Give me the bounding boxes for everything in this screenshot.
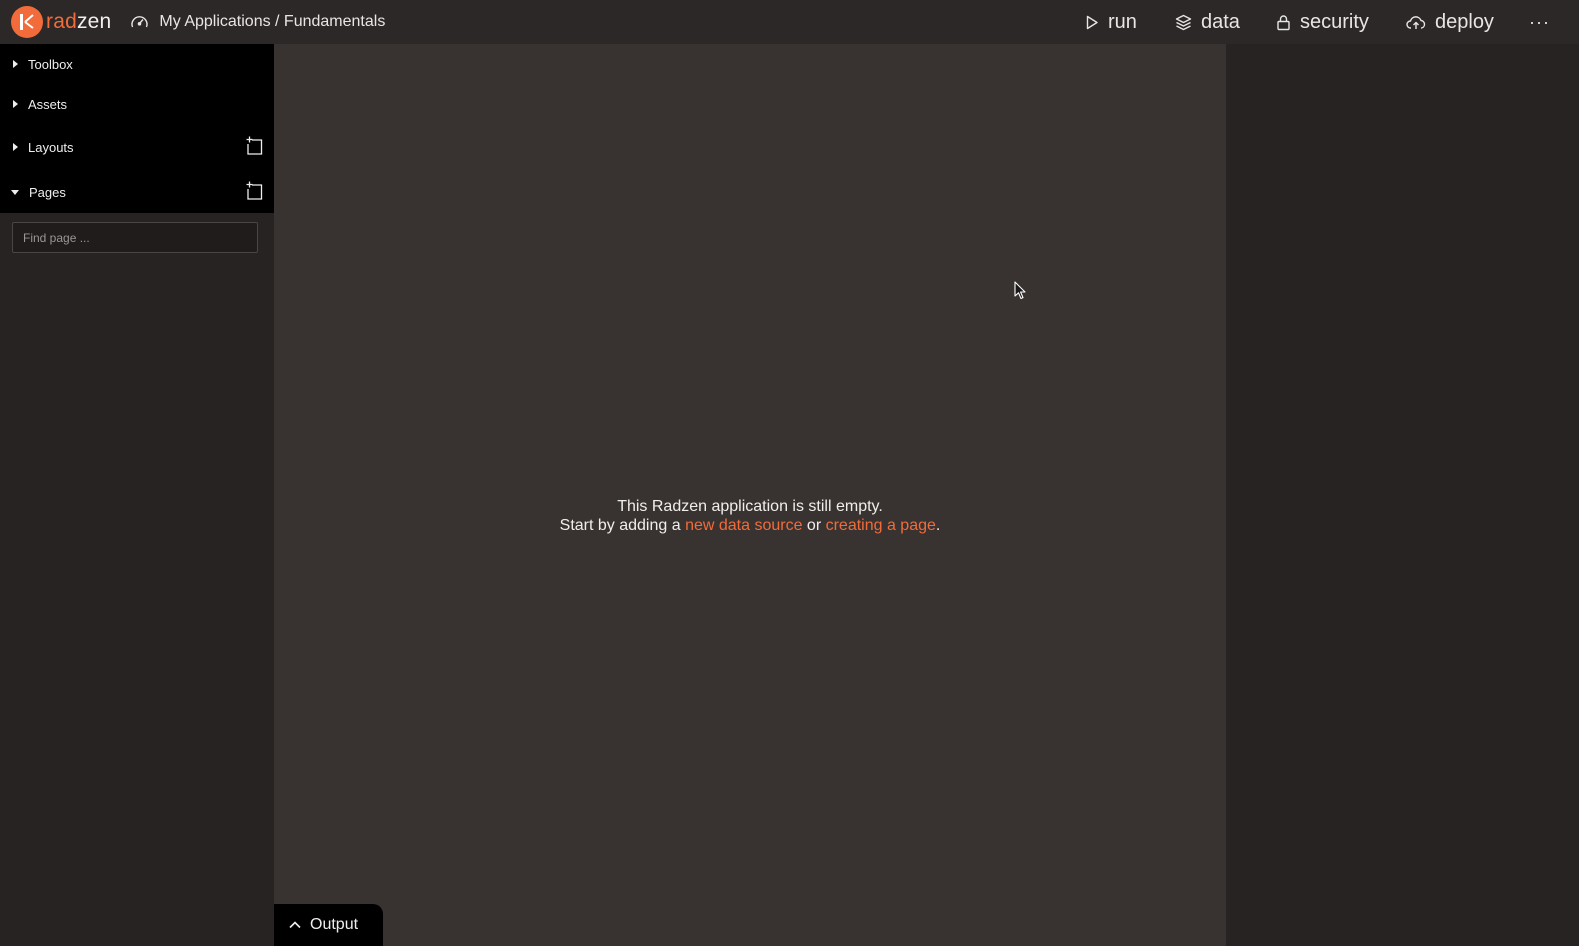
empty-state-message: This Radzen application is still empty. … (274, 497, 1226, 535)
caret-right-icon (13, 143, 18, 151)
message-suffix: . (935, 517, 941, 534)
caret-down-icon (11, 189, 19, 195)
empty-message-line1: This Radzen application is still empty. (617, 498, 883, 515)
new-layout-icon[interactable] (246, 136, 263, 155)
layers-icon (1175, 14, 1192, 31)
breadcrumb-text: My Applications / Fundamentals (159, 13, 386, 30)
output-panel-toggle[interactable]: Output (274, 904, 383, 946)
sidebar-item-label: Layouts (28, 139, 74, 155)
deploy-button[interactable]: deploy (1406, 0, 1494, 44)
sidebar-item-label: Pages (29, 184, 66, 200)
radzen-logo-icon (11, 6, 43, 38)
new-data-source-link[interactable]: new data source (685, 517, 802, 534)
cloud-upload-icon (1406, 15, 1426, 30)
find-page-input[interactable] (12, 222, 258, 253)
play-icon (1086, 15, 1099, 30)
breadcrumb[interactable]: My Applications / Fundamentals (130, 13, 385, 31)
caret-right-icon (13, 100, 18, 108)
run-label: run (1108, 10, 1137, 33)
lock-icon (1276, 14, 1291, 31)
data-label: data (1201, 10, 1240, 33)
sidebar-item-label: Assets (28, 96, 68, 112)
chevron-up-icon (289, 921, 301, 929)
mouse-cursor-icon (1014, 281, 1028, 306)
logo[interactable]: radzen (11, 0, 111, 44)
empty-message-line2: Start by adding a new data source or cre… (274, 516, 1226, 535)
sidebar-item-label: Toolbox (28, 56, 73, 72)
logo-text: radzen (46, 10, 112, 33)
sidebar-item-pages[interactable]: Pages (0, 172, 274, 212)
sidebar: Toolbox Assets Layouts Pages (0, 44, 274, 946)
data-button[interactable]: data (1175, 0, 1240, 44)
output-label: Output (310, 916, 359, 933)
security-label: security (1300, 10, 1369, 33)
sidebar-accordion: Toolbox Assets Layouts Pages (0, 44, 274, 213)
message-prefix: Start by adding a (559, 517, 686, 534)
design-canvas: This Radzen application is still empty. … (274, 44, 1226, 946)
message-or: or (802, 517, 826, 534)
dashboard-gauge-icon (130, 14, 149, 30)
sidebar-item-toolbox[interactable]: Toolbox (0, 44, 274, 84)
creating-page-link[interactable]: creating a page (826, 517, 936, 534)
sidebar-item-assets[interactable]: Assets (0, 84, 274, 124)
more-menu-icon[interactable]: ··· (1529, 0, 1550, 44)
new-page-icon[interactable] (246, 181, 263, 200)
run-button[interactable]: run (1086, 0, 1137, 44)
caret-right-icon (13, 60, 18, 68)
deploy-label: deploy (1435, 10, 1494, 33)
security-button[interactable]: security (1276, 0, 1369, 44)
top-bar: radzen My Applications / Fundamentals ru… (0, 0, 1579, 44)
properties-panel (1226, 44, 1579, 946)
sidebar-item-layouts[interactable]: Layouts (0, 127, 274, 167)
